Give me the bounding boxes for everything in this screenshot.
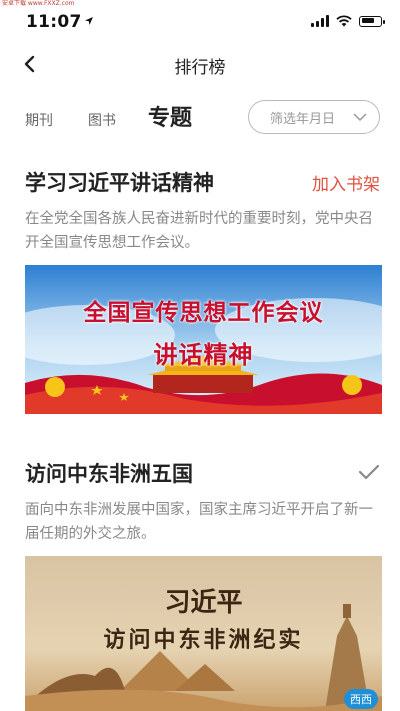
nav-bar: 排行榜 xyxy=(0,44,400,84)
topic-description: 面向中东非洲发展中国家，国家主席习近平开启了新一届任期的外交之旅。 xyxy=(25,502,373,542)
check-icon[interactable] xyxy=(358,463,380,481)
banner-headline: 习近平 xyxy=(164,588,243,618)
chevron-down-icon xyxy=(353,113,367,122)
page-title: 排行榜 xyxy=(174,58,226,78)
status-time: 11:07 xyxy=(26,12,82,32)
battery-icon xyxy=(359,15,385,27)
banner-subheadline: 讲话精神 xyxy=(153,340,254,369)
tab-books[interactable]: 图书 xyxy=(88,110,116,130)
banner-subheadline: 访问中东非洲纪实 xyxy=(103,627,304,653)
date-filter-dropdown[interactable]: 筛选年月日 xyxy=(248,100,380,134)
status-icons xyxy=(311,15,385,27)
topic-banner-image[interactable]: 习近平 访问中东非洲纪实 西西 xyxy=(25,556,382,711)
tab-topics[interactable]: 专题 xyxy=(148,100,192,132)
location-arrow-icon xyxy=(85,17,93,25)
site-logo-badge: 西西 xyxy=(344,689,378,709)
wifi-icon xyxy=(336,15,352,27)
cell-signal-icon xyxy=(311,15,329,27)
status-bar: 11:07 xyxy=(0,0,400,44)
tab-periodicals[interactable]: 期刊 xyxy=(25,110,53,130)
add-to-shelf-button[interactable]: 加入书架 xyxy=(312,170,380,195)
banner-headline: 全国宣传思想工作会议 xyxy=(83,299,324,326)
topic-description: 在全党全国各族人民奋进新时代的重要时刻，党中央召开全国宣传思想工作会议。 xyxy=(25,211,373,251)
topic-title: 访问中东非洲五国 xyxy=(25,462,193,486)
date-filter-label: 筛选年月日 xyxy=(270,111,336,127)
topic-banner-image[interactable]: 全国宣传思想工作会议 讲话精神 xyxy=(25,265,382,414)
topic-title: 学习习近平讲话精神 xyxy=(25,171,214,195)
